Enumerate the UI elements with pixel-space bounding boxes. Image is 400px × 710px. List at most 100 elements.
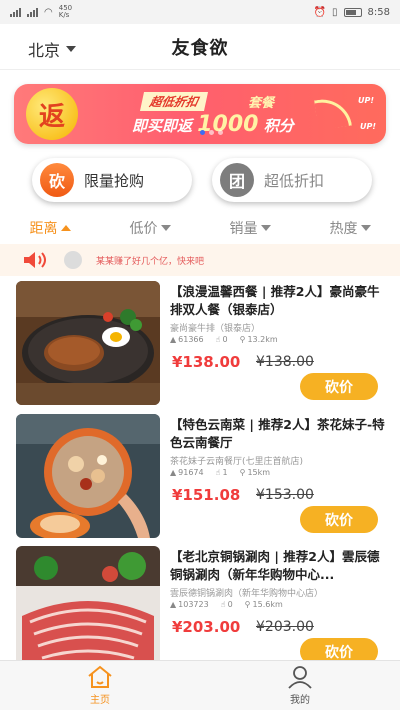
sort-label: 销量 [229,221,258,237]
home-icon [88,665,112,688]
sort-down-icon [360,225,371,231]
signal-icon [10,7,21,17]
distance-stat: ⚲ 15.6km [245,600,283,609]
sort-price[interactable]: 低价 [100,216,200,240]
like-count: 0 [222,335,228,344]
notice-text: 某某赚了好几个亿，快来吧 [96,257,205,267]
like-count: 0 [227,600,233,609]
vibrate-icon: ▯ [332,6,338,18]
distance-stat: ⚲ 13.2km [240,335,278,344]
sale-price: ¥138.00 [172,353,241,371]
list-item[interactable]: 【浪漫温馨西餐 | 推荐2人】豪尚豪牛排双人餐（银泰店） 豪尚豪牛排（银泰店） … [0,281,400,411]
sales-stat: ▲ 103723 [170,600,209,609]
distance: 15.6km [252,600,283,609]
listing-meta: ▲ 61366 ☝ 0 ⚲ 13.2km [170,335,278,344]
list-item[interactable]: 【特色云南菜 | 推荐2人】茶花妹子-特色云南餐厅 茶花妹子云南餐厅(七里庄首航… [0,414,400,544]
flash-sale-label: 限量抢购 [84,171,145,190]
tab-home[interactable]: 主页 [0,661,200,710]
tab-home-label: 主页 [90,695,110,706]
avatar [64,251,82,269]
notice-bar: 某某赚了好几个亿，快来吧 [0,244,400,276]
bargain-icon: 砍 [40,163,74,197]
listing-shop: 豪尚豪牛排（银泰店） [170,324,261,334]
location-pin-icon: ⚲ [239,468,246,477]
banner-tag: 超低折扣 [139,92,209,111]
listing-meta: ▲ 91674 ☝ 1 ⚲ 15km [170,468,270,477]
sort-up-icon [60,225,71,231]
city-label: 北京 [28,41,61,60]
sort-distance[interactable]: 距离 [0,216,100,240]
like-count: 1 [222,468,228,477]
listing-shop: 茶花妹子云南餐厅(七里庄首航店) [170,457,304,467]
fire-icon: ▲ [170,468,177,477]
distance: 15km [247,468,271,477]
like-stat: ☝ 1 [216,468,228,477]
sales-count: 91674 [178,468,204,477]
like-stat: ☝ 0 [216,335,228,344]
pager-dot[interactable] [218,130,223,135]
sales-stat: ▲ 91674 [170,468,204,477]
group-discount-label: 超低折扣 [264,171,325,190]
sort-bar: 距离 低价 销量 热度 [0,216,400,240]
original-price: ¥153.00 [256,487,314,503]
battery-icon [343,7,362,17]
alarm-icon: ⏰ [313,6,327,18]
arrow-up-icon [314,95,352,131]
net-speed: 450 K/s [58,4,73,19]
like-stat: ☝ 0 [221,600,233,609]
listing-title: 【特色云南菜 | 推荐2人】茶花妹子-特色云南餐厅 [170,417,385,450]
cashback-badge: 返 [26,88,78,140]
promo-banner[interactable]: 返 超低折扣 套餐 即买即返 1000 积分 UP! UP! [14,84,386,144]
page-title: 友食欲 [171,37,229,59]
listing-title: 【老北京铜锅涮肉 | 推荐2人】雲辰德铜锅涮肉（新年华购物中心... [170,549,380,582]
original-price: ¥138.00 [256,354,314,370]
sales-count: 103723 [178,600,209,609]
banner-up-1: UP! [357,96,374,105]
sort-popularity[interactable]: 热度 [300,216,400,240]
banner-up-2: UP! [359,122,376,131]
sort-label: 热度 [329,221,358,237]
signal-icon-2 [27,7,38,17]
sales-count: 61366 [178,335,204,344]
sort-sales[interactable]: 销量 [200,216,300,240]
bargain-button[interactable]: 砍价 [300,373,378,400]
chevron-down-icon [66,46,77,52]
yunnan-dish-photo [16,414,160,538]
location-pin-icon: ⚲ [244,600,251,609]
speaker-icon [24,252,46,268]
banner-combo: 套餐 [248,96,275,111]
thumb-icon: ☝ [220,600,226,609]
wifi-icon: ◠ [44,6,53,18]
original-price: ¥203.00 [256,619,314,635]
location-pin-icon: ⚲ [239,335,246,344]
listing-meta: ▲ 103723 ☝ 0 ⚲ 15.6km [170,600,283,609]
thumb-icon: ☝ [215,468,221,477]
tab-me[interactable]: 我的 [200,661,400,710]
steak-photo [16,281,160,405]
fire-icon: ▲ [170,335,177,344]
sort-label: 低价 [129,221,158,237]
sort-down-icon [160,225,171,231]
listing-shop: 雲辰德铜锅涮肉（新年华购物中心店） [170,589,324,599]
sort-down-icon [260,225,271,231]
hotpot-photo [16,546,160,670]
user-icon [288,666,312,689]
sale-price: ¥203.00 [172,618,241,636]
list-item[interactable]: 【老北京铜锅涮肉 | 推荐2人】雲辰德铜锅涮肉（新年华购物中心... 雲辰德铜锅… [0,546,400,676]
top-header: 北京 友食欲 [0,24,400,70]
bargain-button[interactable]: 砍价 [300,506,378,533]
flash-sale-button[interactable]: 砍 限量抢购 [32,158,192,202]
pager-dot[interactable] [200,130,205,135]
pager-dot[interactable] [209,130,214,135]
banner-line: 即买即返 [132,117,193,135]
city-selector[interactable]: 北京 [28,37,77,61]
status-bar: ◠ 450 K/s ⏰ ▯ 8:58 [0,0,400,24]
sort-label: 距离 [29,221,58,237]
clock: 8:58 [367,6,390,18]
group-icon: 团 [220,163,254,197]
thumb-icon: ☝ [215,335,221,344]
sale-price: ¥151.08 [172,486,241,504]
group-discount-button[interactable]: 团 超低折扣 [212,158,372,202]
sales-stat: ▲ 61366 [170,335,204,344]
tab-me-label: 我的 [290,695,310,706]
